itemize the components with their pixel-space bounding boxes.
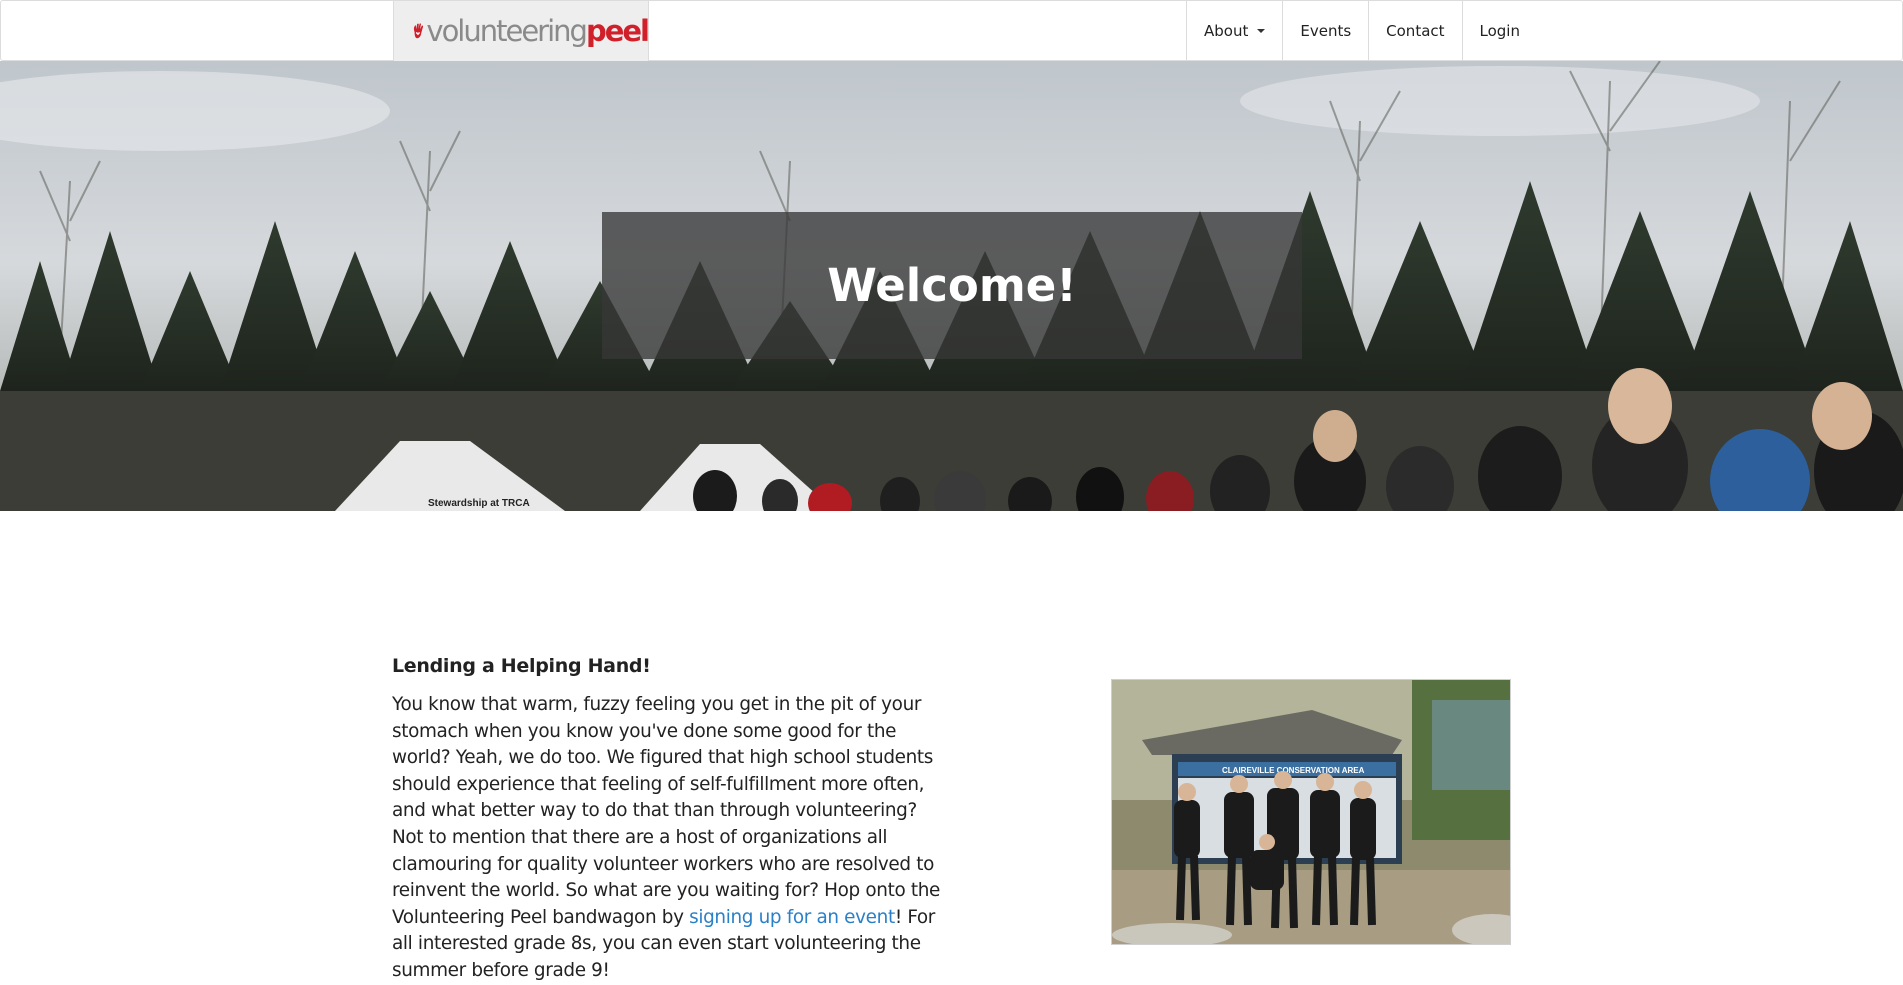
volunteers-group-photo: CLAIREVILLE CONSERVATION AREA bbox=[1111, 679, 1511, 945]
photo-sign-text: CLAIREVILLE CONSERVATION AREA bbox=[1222, 766, 1365, 775]
main-nav: About Events Contact Login bbox=[1186, 1, 1537, 61]
nav-item-events-label: Events bbox=[1300, 22, 1352, 40]
nav-item-login[interactable]: Login bbox=[1463, 1, 1537, 61]
section-paragraph: You know that warm, fuzzy feeling you ge… bbox=[392, 692, 952, 985]
brand-text-peel: peel bbox=[585, 13, 650, 48]
nav-item-about[interactable]: About bbox=[1187, 1, 1284, 61]
welcome-box: Welcome! bbox=[602, 212, 1302, 359]
brand-logo-link[interactable]: volunteeringpeel bbox=[393, 1, 650, 61]
section-title: Lending a Helping Hand! bbox=[392, 655, 651, 677]
sign-up-event-link[interactable]: signing up for an event bbox=[689, 907, 895, 928]
hand-heart-logo-icon bbox=[413, 23, 424, 39]
caret-down-icon bbox=[1257, 29, 1266, 33]
volunteers-photo-image: CLAIREVILLE CONSERVATION AREA bbox=[1112, 680, 1510, 944]
nav-item-contact[interactable]: Contact bbox=[1369, 1, 1463, 61]
nav-item-events[interactable]: Events bbox=[1283, 1, 1370, 61]
navbar: volunteeringpeel About Events Contact Lo… bbox=[0, 0, 1903, 61]
brand-text-volunteering: volunteering bbox=[426, 13, 588, 48]
hero-heading: Welcome! bbox=[827, 259, 1077, 312]
paragraph-text-1: You know that warm, fuzzy feeling you ge… bbox=[392, 694, 940, 928]
nav-item-contact-label: Contact bbox=[1386, 22, 1445, 40]
intro-section: Lending a Helping Hand! You know that wa… bbox=[392, 655, 952, 985]
tent-sign-text: Stewardship at TRCA bbox=[428, 498, 530, 509]
hero-banner: Stewardship at TRCA Welcome! bbox=[0, 61, 1903, 511]
nav-item-login-label: Login bbox=[1479, 22, 1520, 40]
nav-item-about-label: About bbox=[1204, 22, 1249, 40]
brand-wordmark: volunteeringpeel bbox=[426, 13, 650, 48]
